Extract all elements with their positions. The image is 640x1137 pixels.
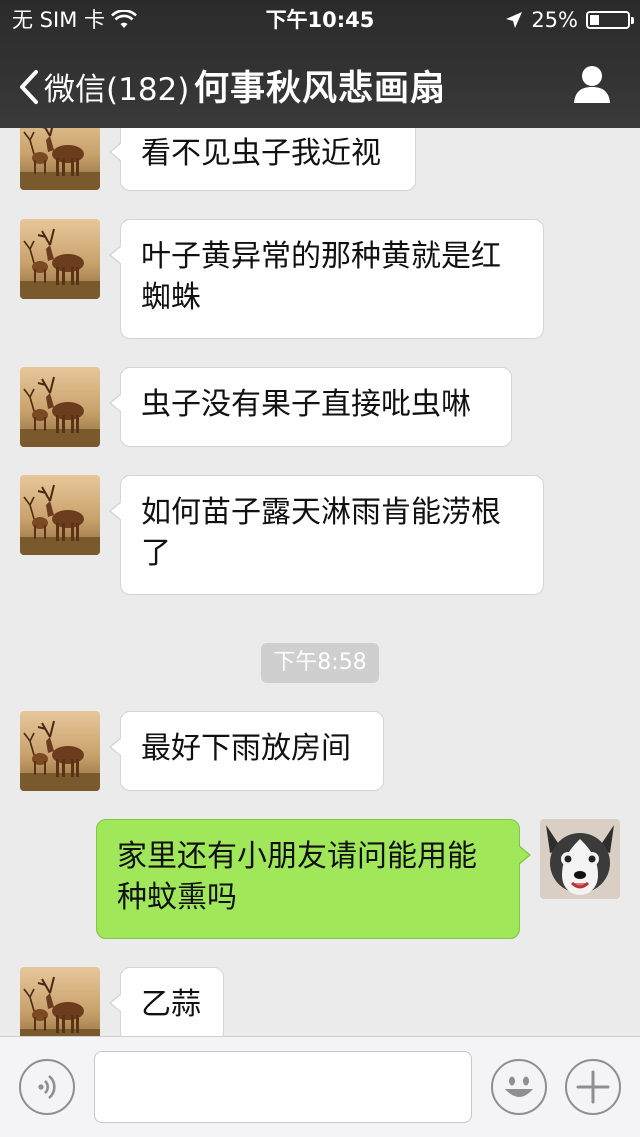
husky-avatar[interactable]: [540, 819, 620, 899]
deer-avatar[interactable]: [20, 475, 100, 555]
message-input[interactable]: [94, 1051, 472, 1123]
deer-avatar[interactable]: [20, 128, 100, 190]
person-icon[interactable]: [572, 64, 612, 104]
input-bar: [0, 1036, 640, 1137]
deer-avatar[interactable]: [20, 967, 100, 1036]
emoji-button[interactable]: [491, 1059, 547, 1115]
timestamp-label: 下午8:58: [261, 643, 379, 683]
battery-icon: [586, 11, 634, 29]
message-bubble-received[interactable]: 虫子没有果子直接吡虫啉: [109, 367, 512, 447]
battery-percent: 25%: [531, 8, 578, 32]
status-right: 25%: [505, 0, 634, 40]
nav-bar: 微信(182) 何事秋风悲画扇: [0, 40, 640, 128]
message-bubble-received[interactable]: 最好下雨放房间: [109, 711, 384, 791]
chat-title: 何事秋风悲画扇: [193, 69, 446, 109]
plus-button[interactable]: [565, 1059, 621, 1115]
message-bubble-received[interactable]: 看不见虫子我近视: [109, 128, 416, 191]
voice-button[interactable]: [19, 1059, 75, 1115]
deer-avatar[interactable]: [20, 219, 100, 299]
message-bubble-received[interactable]: 叶子黄异常的那种黄就是红 蜘蛛: [109, 219, 544, 339]
location-arrow-icon: [506, 12, 523, 28]
voice-icon: [38, 1074, 56, 1100]
status-bar: 无 SIM 卡 下午10:45 25%: [0, 0, 640, 40]
deer-avatar[interactable]: [20, 367, 100, 447]
deer-avatar[interactable]: [20, 711, 100, 791]
chat-area[interactable]: 看不见虫子我近视 叶子黄异常的那种黄就是红 蜘蛛 虫子没有果子直接吡虫啉 如何苗…: [0, 128, 640, 1036]
header: 无 SIM 卡 下午10:45 25% 微信(182) 何事秋风悲画扇: [0, 0, 640, 128]
message-bubble-sent[interactable]: 家里还有小朋友请问能用能 种蚊熏吗: [96, 819, 531, 939]
emoji-icon: [505, 1076, 533, 1097]
plus-icon: [576, 1070, 610, 1104]
message-bubble-received[interactable]: 如何苗子露天淋雨肯能涝根 了: [109, 475, 544, 595]
message-bubble-received[interactable]: 乙蒜: [109, 967, 224, 1036]
